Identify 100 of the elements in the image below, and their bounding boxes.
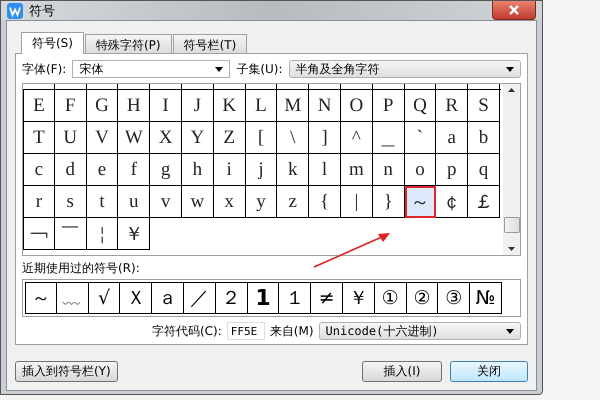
scroll-down-icon	[508, 247, 515, 251]
symbol-cell[interactable]: u	[118, 186, 150, 218]
recent-symbol-cell[interactable]: ③	[438, 282, 470, 314]
recent-symbol-cell[interactable]: №	[470, 282, 502, 314]
window-title: 符号	[29, 2, 55, 20]
recent-symbol-cell[interactable]: １	[279, 282, 312, 314]
subset-label: 子集(U):	[236, 60, 283, 78]
from-label: 来自(M)	[270, 322, 314, 340]
symbol-cell[interactable]: t	[86, 186, 118, 218]
recent-symbol-cell[interactable]: ～	[25, 282, 57, 314]
symbol-cell[interactable]: w	[182, 186, 214, 218]
recent-symbol-cell[interactable]: Ｘ	[120, 282, 152, 314]
symbol-cell[interactable]: Y	[182, 122, 214, 154]
recent-symbol-cell[interactable]: ②	[406, 282, 438, 314]
symbol-cell[interactable]: \	[277, 122, 310, 154]
symbol-cell[interactable]: T	[23, 122, 55, 154]
close-icon	[508, 5, 520, 15]
symbol-cell[interactable]: Q	[404, 90, 436, 122]
symbol-cell[interactable]: i	[214, 154, 246, 186]
symbol-cell[interactable]: ～	[404, 186, 436, 218]
symbol-cell[interactable]: ￥	[118, 218, 150, 250]
symbol-cell[interactable]: F	[54, 90, 87, 122]
symbol-cell[interactable]: E	[23, 90, 55, 122]
recent-symbol-cell[interactable]: ①	[374, 282, 407, 314]
symbol-cell[interactable]: R	[436, 90, 468, 122]
symbol-cell[interactable]: ￣	[54, 218, 87, 250]
encoding-dropdown[interactable]: Unicode(十六进制)	[318, 322, 521, 340]
symbol-cell[interactable]: q	[468, 154, 500, 186]
recent-symbol-cell[interactable]: ／	[184, 282, 216, 314]
symbol-cell[interactable]: L	[246, 90, 278, 122]
symbol-cell[interactable]: s	[54, 186, 87, 218]
symbol-cell[interactable]: N	[309, 90, 341, 122]
symbol-cell[interactable]: P	[372, 90, 405, 122]
symbol-cell[interactable]: ￡	[468, 186, 500, 218]
symbol-cell[interactable]: ￤	[86, 218, 118, 250]
font-dropdown[interactable]: 宋体	[72, 60, 230, 78]
symbol-cell[interactable]: J	[182, 90, 214, 122]
symbol-cell[interactable]: h	[182, 154, 214, 186]
dropdown-arrow-icon	[506, 66, 514, 72]
symbol-cell[interactable]: j	[246, 154, 278, 186]
recent-symbol-cell[interactable]: ２	[216, 282, 248, 314]
recent-symbol-cell[interactable]: ￥	[342, 282, 375, 314]
symbol-cell[interactable]: W	[118, 122, 150, 154]
scroll-up-icon	[508, 88, 515, 92]
recent-symbol-cell[interactable]: 1	[248, 282, 280, 314]
symbol-cell[interactable]: n	[372, 154, 405, 186]
symbol-cell[interactable]: Z	[214, 122, 246, 154]
symbol-cell[interactable]: k	[277, 154, 310, 186]
font-label: 字体(F):	[22, 60, 66, 78]
symbol-cell[interactable]: G	[86, 90, 118, 122]
symbol-cell[interactable]: b	[468, 122, 500, 154]
tab[interactable]: 符号(S)	[21, 32, 84, 54]
symbol-cell[interactable]: r	[23, 186, 55, 218]
symbol-cell[interactable]: {	[309, 186, 341, 218]
symbol-cell[interactable]: S	[468, 90, 500, 122]
close-button[interactable]	[492, 1, 536, 20]
scroll-thumb[interactable]	[504, 217, 520, 233]
symbol-cell[interactable]: z	[277, 186, 310, 218]
recent-symbol-cell[interactable]: ≠	[311, 282, 343, 314]
symbol-cell[interactable]: I	[150, 90, 182, 122]
symbol-cell[interactable]: y	[246, 186, 278, 218]
symbol-cell[interactable]: e	[86, 154, 118, 186]
symbol-cell[interactable]: V	[86, 122, 118, 154]
symbol-cell[interactable]: ＿	[372, 122, 405, 154]
app-logo-icon	[7, 2, 23, 18]
tab[interactable]: 符号栏(T)	[172, 34, 248, 53]
symbol-cell[interactable]: v	[150, 186, 182, 218]
symbol-cell[interactable]: X	[150, 122, 182, 154]
symbol-cell[interactable]: `	[404, 122, 436, 154]
recent-symbol-cell[interactable]: ａ	[152, 282, 184, 314]
symbol-cell[interactable]: f	[118, 154, 150, 186]
dialog-button[interactable]: 插入(I)	[362, 361, 442, 382]
symbol-cell[interactable]: g	[150, 154, 182, 186]
symbol-cell[interactable]: ]	[309, 122, 341, 154]
symbol-cell[interactable]: p	[436, 154, 468, 186]
symbol-cell[interactable]: d	[54, 154, 87, 186]
recent-symbol-cell[interactable]: √	[88, 282, 120, 314]
symbol-cell[interactable]: ￠	[436, 186, 468, 218]
symbol-cell[interactable]: c	[23, 154, 55, 186]
symbol-cell[interactable]: |	[340, 186, 373, 218]
char-code-field[interactable]: FF5E	[226, 322, 265, 340]
symbol-cell[interactable]: ￢	[23, 218, 55, 250]
symbol-cell[interactable]: K	[214, 90, 246, 122]
subset-dropdown[interactable]: 半角及全角字符	[288, 60, 521, 78]
symbol-cell[interactable]: M	[277, 90, 310, 122]
symbol-cell[interactable]: x	[214, 186, 246, 218]
symbol-cell[interactable]: l	[309, 154, 341, 186]
scrollbar[interactable]	[503, 84, 520, 255]
tab[interactable]: 特殊字符(P)	[84, 34, 172, 53]
symbol-cell[interactable]: a	[436, 122, 468, 154]
recent-symbol-cell[interactable]: ﹏	[56, 282, 89, 314]
symbol-cell[interactable]: H	[118, 90, 150, 122]
symbol-cell[interactable]: U	[54, 122, 87, 154]
symbol-cell[interactable]: m	[340, 154, 373, 186]
symbol-cell[interactable]: O	[340, 90, 373, 122]
symbol-cell[interactable]: [	[246, 122, 278, 154]
dropdown-arrow-icon	[506, 328, 514, 334]
symbol-cell[interactable]: ^	[340, 122, 373, 154]
dialog-button[interactable]: 关闭	[450, 361, 528, 382]
dialog-button[interactable]: 插入到符号栏(Y)	[15, 361, 118, 382]
